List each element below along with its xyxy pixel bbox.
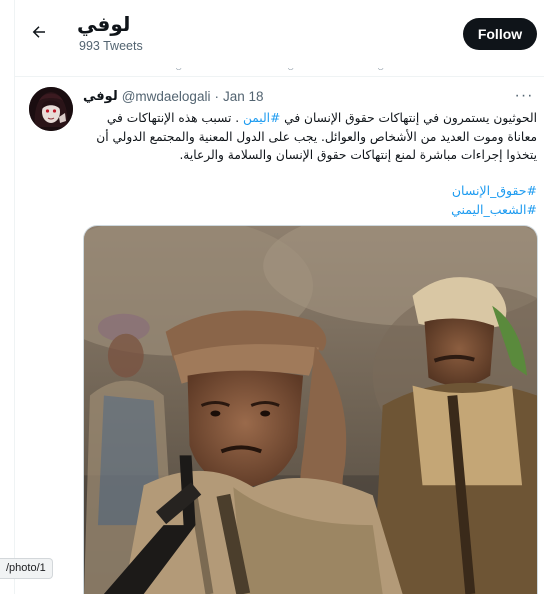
previous-action-glyph: ○ (175, 68, 182, 74)
hashtag-list: #حقوق_الإنسان #الشعب_اليمني (91, 181, 537, 219)
avatar[interactable] (29, 87, 73, 131)
tweet-photo[interactable] (83, 225, 538, 594)
previous-tweet-actions: ○ ○ ○ (15, 68, 544, 76)
previous-action-glyph: ○ (287, 68, 294, 74)
tweet-photo-image (84, 226, 537, 594)
previous-action-glyph: ○ (377, 68, 384, 74)
back-button[interactable] (23, 16, 55, 48)
tweet-text: الحوثيون يستمرون في إنتهاكات حقوق الإنسا… (91, 109, 537, 165)
follow-button[interactable]: Follow (463, 18, 537, 50)
hashtag-link-yemen[interactable]: #اليمن (243, 111, 280, 125)
tweet-meta: لوفي @mwdaelogali · Jan 18 (83, 89, 264, 104)
tweet-count: 993 Tweets (79, 39, 143, 53)
profile-header: لوفي 993 Tweets Follow (15, 0, 544, 68)
tweet-card[interactable]: لوفي @mwdaelogali · Jan 18 ··· الحوثيون … (15, 77, 544, 594)
timeline-column: لوفي 993 Tweets Follow ○ ○ ○ لوفي @mwdae (14, 0, 544, 594)
arrow-left-icon (32, 26, 45, 38)
status-bar-url: /photo/1 (0, 558, 53, 579)
more-options-button[interactable]: ··· (513, 85, 535, 107)
hashtag-link-human-rights[interactable]: #حقوق_الإنسان (91, 181, 537, 200)
meta-separator: · (214, 89, 219, 104)
hashtag-link-yemeni-people[interactable]: #الشعب_اليمني (91, 200, 537, 219)
profile-name-title: لوفي (77, 12, 131, 36)
avatar-image (29, 87, 73, 131)
tweet-author-handle[interactable]: @mwdaelogali (122, 89, 211, 104)
tweet-date[interactable]: Jan 18 (223, 89, 264, 104)
tweet-author-name[interactable]: لوفي (83, 89, 118, 104)
tweet-text-part1: الحوثيون يستمرون في إنتهاكات حقوق الإنسا… (280, 111, 537, 125)
